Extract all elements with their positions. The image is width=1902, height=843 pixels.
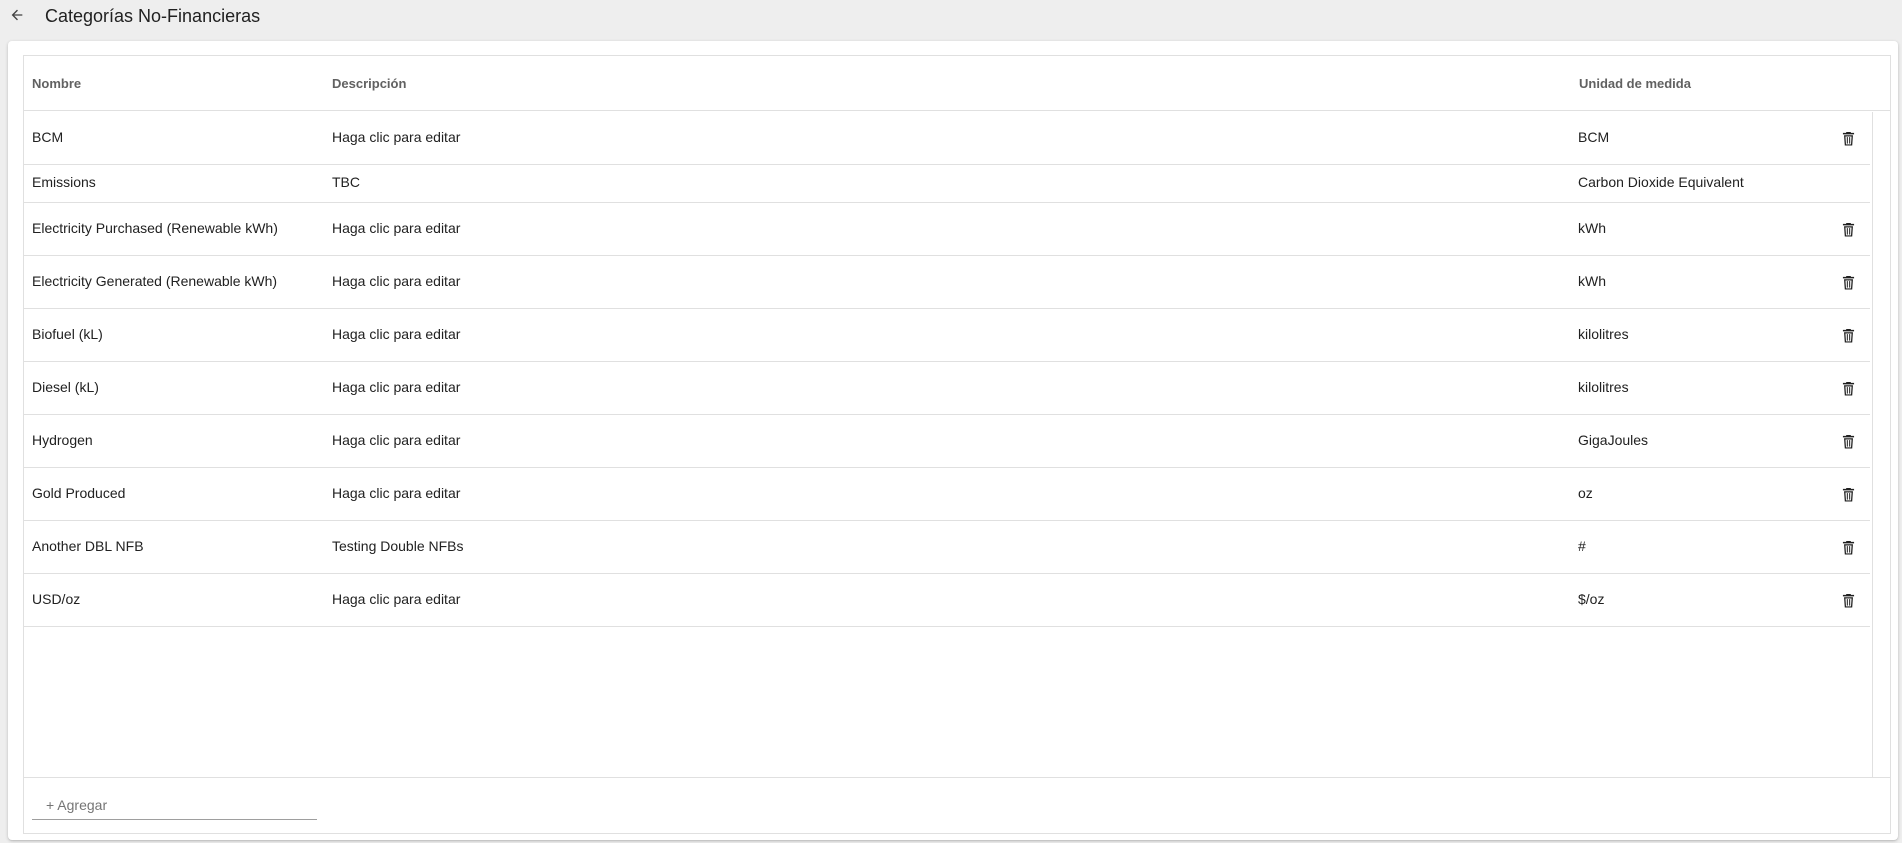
row-description-cell[interactable]: TBC	[332, 165, 1562, 202]
row-name-cell[interactable]: Another DBL NFB	[32, 521, 322, 573]
top-bar: Categorías No-Financieras	[0, 0, 1902, 34]
row-description-cell[interactable]: Haga clic para editar	[332, 309, 1562, 361]
trash-icon	[1842, 222, 1855, 237]
row-name-cell[interactable]: USD/oz	[32, 574, 322, 626]
row-description-cell[interactable]: Haga clic para editar	[332, 574, 1562, 626]
table-row[interactable]: BCM Haga clic para editar BCM	[24, 112, 1870, 165]
row-description-cell[interactable]: Haga clic para editar	[332, 415, 1562, 467]
table-row[interactable]: Diesel (kL) Haga clic para editar kilolitr…	[24, 362, 1870, 415]
row-name-cell[interactable]: BCM	[32, 112, 322, 164]
delete-row-button[interactable]	[1836, 574, 1860, 626]
delete-row-button[interactable]	[1836, 203, 1860, 255]
row-unit-cell[interactable]: kWh	[1578, 203, 1818, 255]
delete-row-button[interactable]	[1836, 415, 1860, 467]
row-description-cell[interactable]: Haga clic para editar	[332, 203, 1562, 255]
delete-row-button[interactable]	[1836, 309, 1860, 361]
delete-row-button[interactable]	[1836, 468, 1860, 520]
categories-table: Nombre Descripción Unidad de medida BCM H…	[23, 55, 1891, 834]
table-row[interactable]: Electricity Generated (Renewable kWh) Hag…	[24, 256, 1870, 309]
table-footer: + Agregar	[24, 777, 1890, 834]
trash-icon	[1842, 131, 1855, 146]
row-unit-cell[interactable]: GigaJoules	[1578, 415, 1818, 467]
delete-row-button[interactable]	[1836, 362, 1860, 414]
row-unit-cell[interactable]: kilolitres	[1578, 362, 1818, 414]
trash-icon	[1842, 540, 1855, 555]
table-row[interactable]: Electricity Purchased (Renewable kWh) Hag…	[24, 203, 1870, 256]
column-header-description[interactable]: Descripción	[332, 56, 406, 111]
row-unit-cell[interactable]: Carbon Dioxide Equivalent	[1578, 165, 1818, 202]
row-name-cell[interactable]: Hydrogen	[32, 415, 322, 467]
row-name-cell[interactable]: Gold Produced	[32, 468, 322, 520]
add-category-input[interactable]: + Agregar	[32, 790, 317, 820]
page-title: Categorías No-Financieras	[45, 6, 261, 26]
row-unit-cell[interactable]: oz	[1578, 468, 1818, 520]
row-name-cell[interactable]: Electricity Generated (Renewable kWh)	[32, 256, 322, 308]
row-description-cell[interactable]: Haga clic para editar	[332, 362, 1562, 414]
row-name-cell[interactable]: Electricity Purchased (Renewable kWh)	[32, 203, 322, 255]
row-name-cell[interactable]: Emissions	[32, 165, 322, 202]
trash-icon	[1842, 381, 1855, 396]
row-description-cell[interactable]: Testing Double NFBs	[332, 521, 1562, 573]
row-description-cell[interactable]: Haga clic para editar	[332, 112, 1562, 164]
row-unit-cell[interactable]: kilolitres	[1578, 309, 1818, 361]
table-header: Nombre Descripción Unidad de medida	[24, 56, 1890, 111]
categories-card: Nombre Descripción Unidad de medida BCM H…	[8, 41, 1898, 840]
trash-icon	[1842, 328, 1855, 343]
table-row[interactable]: Emissions TBC Carbon Dioxide Equivalent	[24, 165, 1870, 203]
delete-row-button[interactable]	[1836, 112, 1860, 164]
delete-row-button[interactable]	[1836, 521, 1860, 573]
column-header-unit[interactable]: Unidad de medida	[1579, 56, 1691, 111]
table-body: BCM Haga clic para editar BCM Emissions TBC C…	[24, 112, 1870, 777]
trash-icon	[1842, 487, 1855, 502]
delete-row-button[interactable]	[1836, 256, 1860, 308]
table-row[interactable]: Hydrogen Haga clic para editar GigaJoules	[24, 415, 1870, 468]
back-button[interactable]	[6, 4, 28, 26]
arrow-left-icon	[9, 7, 25, 23]
trash-icon	[1842, 275, 1855, 290]
vertical-scrollbar[interactable]	[1872, 112, 1882, 777]
row-description-cell[interactable]: Haga clic para editar	[332, 468, 1562, 520]
table-row[interactable]: Another DBL NFB Testing Double NFBs #	[24, 521, 1870, 574]
row-unit-cell[interactable]: #	[1578, 521, 1818, 573]
row-unit-cell[interactable]: BCM	[1578, 112, 1818, 164]
trash-icon	[1842, 434, 1855, 449]
table-row[interactable]: USD/oz Haga clic para editar $/oz	[24, 574, 1870, 627]
column-header-name[interactable]: Nombre	[32, 56, 81, 111]
row-name-cell[interactable]: Biofuel (kL)	[32, 309, 322, 361]
row-name-cell[interactable]: Diesel (kL)	[32, 362, 322, 414]
row-description-cell[interactable]: Haga clic para editar	[332, 256, 1562, 308]
table-row[interactable]: Gold Produced Haga clic para editar oz	[24, 468, 1870, 521]
table-row[interactable]: Biofuel (kL) Haga clic para editar kilolit…	[24, 309, 1870, 362]
trash-icon	[1842, 593, 1855, 608]
row-unit-cell[interactable]: $/oz	[1578, 574, 1818, 626]
row-unit-cell[interactable]: kWh	[1578, 256, 1818, 308]
